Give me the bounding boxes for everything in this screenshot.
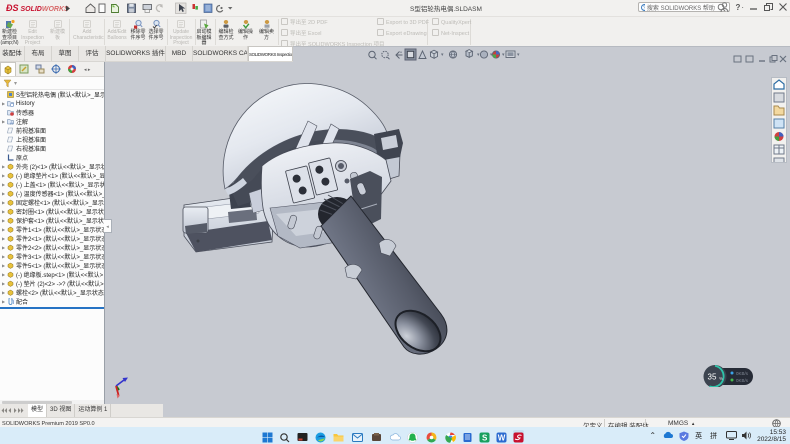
svg-text:35: 35 xyxy=(708,373,717,382)
svg-text:%: % xyxy=(719,376,723,381)
svg-text:0KB/s: 0KB/s xyxy=(736,378,749,383)
svg-text:0KB/s: 0KB/s xyxy=(736,371,749,376)
svg-text:W: W xyxy=(498,434,506,443)
svg-text:A: A xyxy=(10,121,13,126)
svg-text:?: ? xyxy=(643,5,645,11)
svg-text:S: S xyxy=(482,434,488,443)
